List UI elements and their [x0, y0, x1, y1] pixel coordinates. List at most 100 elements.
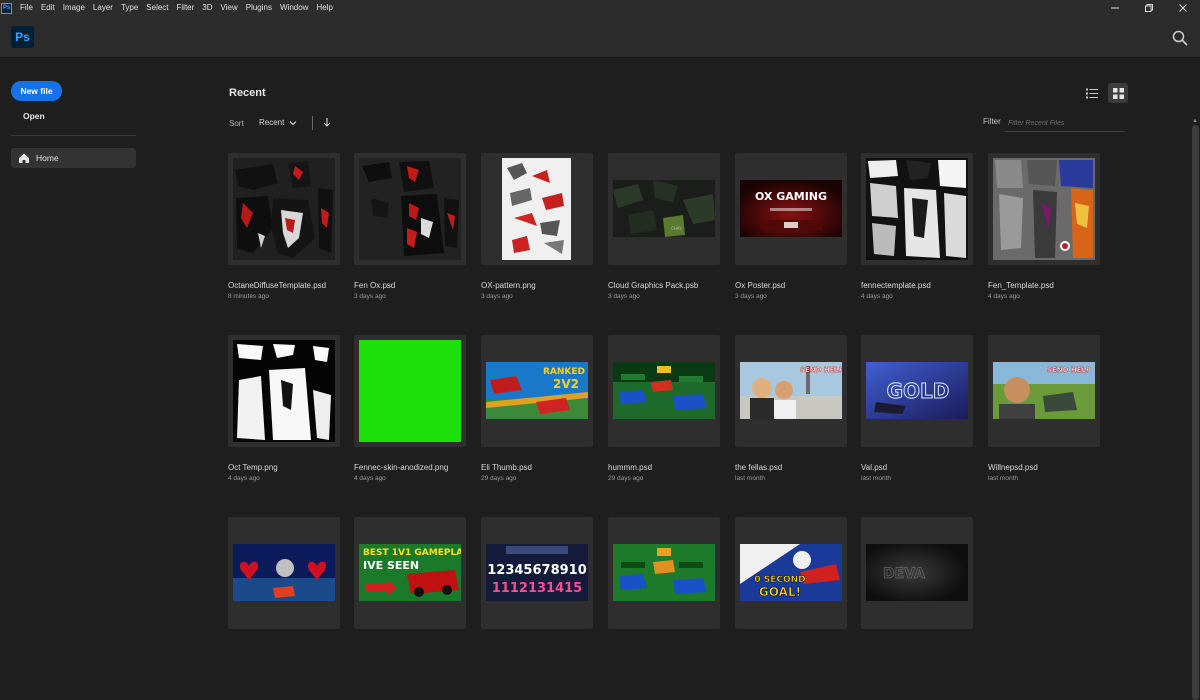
file-thumbnail[interactable] — [228, 153, 340, 265]
svg-text:CHAY: CHAY — [671, 226, 682, 231]
menu-edit[interactable]: Edit — [37, 0, 59, 16]
file-thumbnail[interactable] — [228, 335, 340, 447]
sort-dropdown[interactable]: Recent — [259, 118, 297, 127]
restore-icon[interactable] — [1132, 0, 1166, 16]
open-button[interactable]: Open — [23, 111, 45, 121]
file-name[interactable]: hummm.psd — [608, 463, 733, 472]
sort-direction-arrow-icon[interactable] — [322, 117, 332, 127]
menu-plugins[interactable]: Plugins — [242, 0, 276, 16]
menu-select[interactable]: Select — [142, 0, 172, 16]
file-card[interactable]: Oct Temp.png 4 days ago — [228, 335, 340, 482]
file-thumbnail[interactable]: GOLD — [861, 335, 973, 447]
svg-text:SEND HELP: SEND HELP — [800, 366, 842, 374]
grid-view-button[interactable] — [1108, 83, 1128, 103]
file-name[interactable]: Oct Temp.png — [228, 463, 353, 472]
file-thumbnail[interactable] — [608, 517, 720, 629]
file-card[interactable]: CHAY Cloud Graphics Pack.psb 3 days ago — [608, 153, 720, 300]
file-name[interactable]: Fennec-skin-anodized.png — [354, 463, 479, 472]
file-card[interactable]: Fennec-skin-anodized.png 4 days ago — [354, 335, 466, 482]
file-thumbnail[interactable]: OX GAMING — [735, 153, 847, 265]
file-date: 3 days ago — [481, 293, 513, 300]
list-view-icon — [1086, 88, 1098, 98]
scrollbar-thumb[interactable] — [1192, 125, 1199, 700]
file-card[interactable]: hummm.psd 29 days ago — [608, 335, 720, 482]
file-thumbnail[interactable] — [861, 153, 973, 265]
menu-image[interactable]: Image — [59, 0, 89, 16]
file-card[interactable]: BEST 1V1 GAMEPLAY IVE SEEN — [354, 517, 466, 648]
sidebar-item-home[interactable]: Home — [11, 148, 136, 168]
file-thumbnail[interactable] — [228, 517, 340, 629]
file-thumbnail[interactable] — [608, 335, 720, 447]
file-name[interactable]: Cloud Graphics Pack.psb — [608, 281, 733, 290]
file-name[interactable]: Val.psd — [861, 463, 986, 472]
file-card[interactable]: 0 SECOND GOAL! — [735, 517, 847, 648]
file-card[interactable]: SEND HELP Willnepsd.psd last month — [988, 335, 1100, 482]
file-card[interactable]: OX GAMING Ox Poster.psd 3 days ago — [735, 153, 847, 300]
chevron-down-icon — [289, 120, 297, 125]
file-thumbnail[interactable]: RANKED 2V2 — [481, 335, 593, 447]
file-card[interactable]: 12345678910 1112131415 — [481, 517, 593, 648]
file-card[interactable]: Fen_Template.psd 4 days ago — [988, 153, 1100, 300]
file-name[interactable]: Fen_Template.psd — [988, 281, 1113, 290]
svg-text:IVE SEEN: IVE SEEN — [363, 559, 419, 572]
filter-label: Filter — [983, 117, 1001, 126]
file-thumbnail[interactable]: SEND HELP — [735, 335, 847, 447]
menu-file[interactable]: File — [16, 0, 37, 16]
menu-type[interactable]: Type — [117, 0, 142, 16]
file-thumbnail[interactable]: 0 SECOND GOAL! — [735, 517, 847, 629]
photoshop-app-icon[interactable]: Ps — [1, 2, 12, 14]
file-date: last month — [861, 475, 891, 482]
file-thumbnail[interactable]: 12345678910 1112131415 — [481, 517, 593, 629]
file-date: 3 days ago — [735, 293, 767, 300]
svg-text:BEST 1V1 GAMEPLAY: BEST 1V1 GAMEPLAY — [363, 548, 461, 558]
file-thumbnail[interactable] — [354, 153, 466, 265]
menu-help[interactable]: Help — [312, 0, 336, 16]
file-card[interactable]: OctaneDiffuseTemplate.psd 8 minutes ago — [228, 153, 340, 300]
file-card[interactable]: GOLD Val.psd last month — [861, 335, 973, 482]
new-file-button[interactable]: New file — [11, 81, 62, 101]
file-thumbnail[interactable] — [354, 335, 466, 447]
file-thumbnail[interactable]: BEST 1V1 GAMEPLAY IVE SEEN — [354, 517, 466, 629]
search-icon[interactable] — [1172, 30, 1188, 46]
menu-window[interactable]: Window — [276, 0, 312, 16]
file-name[interactable]: Fen Ox.psd — [354, 281, 479, 290]
file-name[interactable]: OctaneDiffuseTemplate.psd — [228, 281, 353, 290]
home-icon — [19, 153, 29, 163]
file-name[interactable]: Ox Poster.psd — [735, 281, 860, 290]
file-name[interactable]: fennectemplate.psd — [861, 281, 986, 290]
file-card[interactable] — [228, 517, 340, 648]
menu-3d[interactable]: 3D — [198, 0, 216, 16]
file-card[interactable] — [608, 517, 720, 648]
photoshop-logo: Ps — [11, 26, 34, 48]
page-title: Recent — [229, 87, 266, 99]
file-thumbnail[interactable] — [988, 153, 1100, 265]
minimize-icon[interactable] — [1098, 0, 1132, 16]
svg-text:2V2: 2V2 — [553, 377, 579, 391]
file-name[interactable]: Eli Thumb.psd — [481, 463, 606, 472]
list-view-button[interactable] — [1083, 84, 1101, 102]
file-card[interactable]: DEVA — [861, 517, 973, 648]
filter-input[interactable] — [1005, 116, 1125, 132]
file-name[interactable]: the fellas.psd — [735, 463, 860, 472]
file-name[interactable]: OX-pattern.png — [481, 281, 606, 290]
file-thumbnail[interactable] — [481, 153, 593, 265]
menu-view[interactable]: View — [217, 0, 242, 16]
file-card[interactable]: Fen Ox.psd 3 days ago — [354, 153, 466, 300]
sidebar-item-label: Home — [36, 153, 59, 163]
file-card[interactable]: SEND HELP the fellas.psd last month — [735, 335, 847, 482]
sort-value: Recent — [259, 118, 285, 127]
menu-filter[interactable]: Filter — [173, 0, 199, 16]
scroll-up-icon[interactable]: ▲ — [1191, 118, 1199, 125]
menu-layer[interactable]: Layer — [89, 0, 117, 16]
menu-bar: Ps File Edit Image Layer Type Select Fil… — [0, 0, 1200, 16]
file-date: 3 days ago — [608, 293, 640, 300]
file-card[interactable]: RANKED 2V2 Eli Thumb.psd 29 days ago — [481, 335, 593, 482]
file-name[interactable]: Willnepsd.psd — [988, 463, 1113, 472]
file-thumbnail[interactable]: CHAY — [608, 153, 720, 265]
close-icon[interactable] — [1166, 0, 1200, 16]
file-thumbnail[interactable]: DEVA — [861, 517, 973, 629]
file-card[interactable]: OX-pattern.png 3 days ago — [481, 153, 593, 300]
vertical-scrollbar[interactable]: ▲ — [1190, 59, 1200, 700]
file-thumbnail[interactable]: SEND HELP — [988, 335, 1100, 447]
file-card[interactable]: fennectemplate.psd 4 days ago — [861, 153, 973, 300]
